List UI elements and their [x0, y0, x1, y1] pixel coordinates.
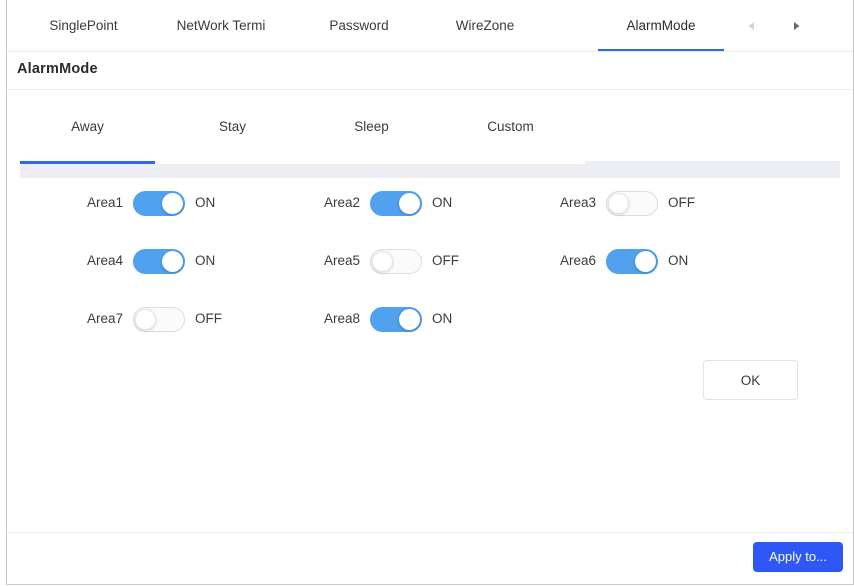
area-state-label: ON — [195, 253, 216, 268]
area-toggle-switch[interactable] — [370, 191, 422, 216]
area-toggle-switch[interactable] — [133, 307, 185, 332]
page-title: AlarmMode — [17, 61, 98, 77]
area-label: Area4 — [86, 253, 123, 268]
area-toggle-grid: Area1 ON Area2 ON Area3 OFF Area4 ON Area5 OFF Are… — [7, 188, 853, 348]
subtab-sleep[interactable]: Sleep — [304, 112, 439, 142]
subtab-strip-left — [20, 164, 585, 178]
toggle-knob — [608, 193, 629, 214]
area-label: Area8 — [323, 311, 360, 326]
area-toggle-switch[interactable] — [370, 249, 422, 274]
area-label: Area6 — [559, 253, 596, 268]
tab-scroll-right-icon[interactable] — [788, 18, 804, 34]
area-state-label: ON — [432, 311, 453, 326]
toggle-knob — [162, 251, 183, 272]
subtab-active-underline — [20, 161, 155, 164]
subtab-custom[interactable]: Custom — [443, 112, 578, 142]
alarm-mode-panel: SinglePoint NetWork Termi Password WireZone… — [0, 0, 854, 586]
toggle-knob — [399, 309, 420, 330]
area-toggle-switch[interactable] — [370, 307, 422, 332]
area-label: Area7 — [86, 311, 123, 326]
ok-button[interactable]: OK — [703, 360, 798, 400]
area-toggle-switch[interactable] — [133, 249, 185, 274]
area-toggle-switch[interactable] — [133, 191, 185, 216]
area-state-label: ON — [195, 195, 216, 210]
area-label: Area2 — [323, 195, 360, 210]
area-state-label: OFF — [432, 253, 459, 268]
main-tab-bar: SinglePoint NetWork Termi Password WireZone… — [7, 0, 853, 52]
area-state-label: ON — [432, 195, 453, 210]
area-label: Area1 — [86, 195, 123, 210]
panel-footer: Apply to... — [7, 532, 853, 584]
area-state-label: ON — [668, 253, 689, 268]
subtab-strip-right — [585, 161, 840, 178]
tab-alarmmode[interactable]: AlarmMode — [598, 0, 724, 51]
toggle-knob — [162, 193, 183, 214]
toggle-knob — [399, 193, 420, 214]
toggle-knob — [372, 251, 393, 272]
panel-bottom-border — [6, 584, 854, 585]
subtab-away[interactable]: Away — [20, 112, 155, 142]
section-header: AlarmMode — [7, 52, 853, 90]
area-state-label: OFF — [668, 195, 695, 210]
tab-password[interactable]: Password — [296, 0, 422, 51]
tab-network-termi[interactable]: NetWork Termi — [146, 0, 296, 51]
area-label: Area3 — [559, 195, 596, 210]
tab-singlepoint[interactable]: SinglePoint — [21, 0, 146, 51]
tab-wirezone[interactable]: WireZone — [422, 0, 548, 51]
area-label: Area5 — [323, 253, 360, 268]
tab-scroll-left-icon[interactable] — [744, 18, 760, 34]
toggle-knob — [635, 251, 656, 272]
subtab-stay[interactable]: Stay — [165, 112, 300, 142]
alarm-mode-subtab-bar: Away Stay Sleep Custom — [7, 90, 853, 178]
area-state-label: OFF — [195, 311, 222, 326]
apply-to-button[interactable]: Apply to... — [753, 542, 843, 572]
area-toggle-switch[interactable] — [606, 249, 658, 274]
toggle-knob — [135, 309, 156, 330]
area-toggle-switch[interactable] — [606, 191, 658, 216]
